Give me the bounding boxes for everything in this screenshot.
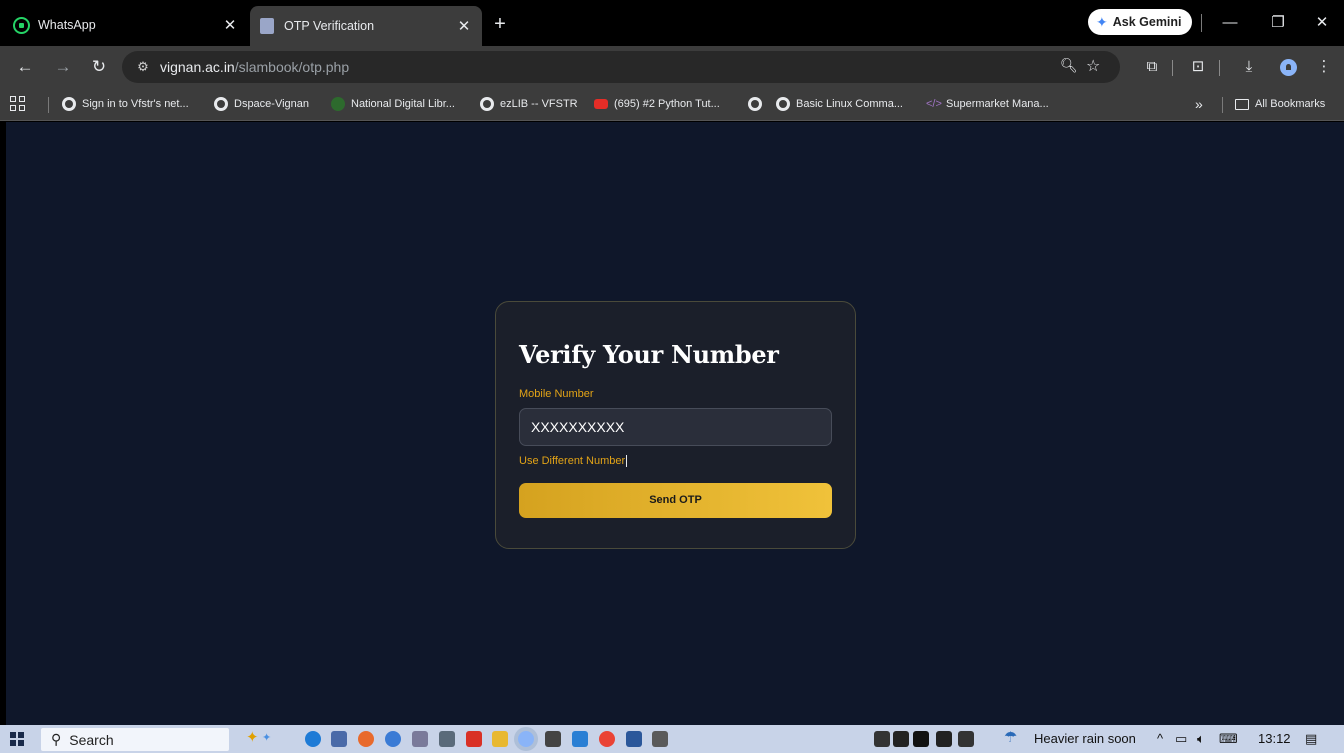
chrome-icon[interactable]	[518, 731, 534, 747]
globe-icon	[214, 97, 228, 111]
close-window-button[interactable]: ✕	[1302, 8, 1342, 38]
chrome-icon[interactable]	[599, 731, 615, 747]
more-bookmarks-button[interactable]: »	[1195, 95, 1203, 113]
send-otp-button[interactable]: Send OTP	[519, 483, 832, 518]
gemini-label: Ask Gemini	[1112, 15, 1182, 29]
tab-strip: WhatsApp ✕ OTP Verification ✕ + ✦ Ask Ge…	[0, 0, 1344, 46]
skype-icon[interactable]	[305, 731, 321, 747]
app-icon[interactable]	[412, 731, 428, 747]
windows-taskbar: ⚲ Search ✦ ✦ ☂ Heavier rain soon ^ ▭ 🔈︎ …	[0, 725, 1344, 753]
bookmark-item[interactable]: Sign in to Vfstr's net...	[62, 95, 189, 113]
url-text[interactable]: vignan.ac.in/slambook/otp.php	[160, 59, 349, 75]
edge-icon[interactable]	[385, 731, 401, 747]
divider	[1172, 60, 1173, 76]
whatsapp-icon	[12, 16, 30, 34]
search-label: Search	[69, 731, 114, 748]
windows-start-icon[interactable]	[10, 732, 24, 746]
otp-card: Verify Your Number Mobile Number XXXXXXX…	[495, 301, 856, 549]
vscode-icon[interactable]	[572, 731, 588, 747]
copilot-icon[interactable]: ✦	[246, 728, 262, 746]
weather-text[interactable]: Heavier rain soon	[1034, 731, 1136, 746]
bookmark-item[interactable]: ezLIB -- VFSTR	[480, 95, 578, 113]
globe-icon	[480, 97, 494, 111]
all-bookmarks-button[interactable]: All Bookmarks	[1235, 95, 1325, 113]
text-cursor	[626, 455, 628, 468]
address-bar[interactable]: ⚙ vignan.ac.in/slambook/otp.php 🔍︎ ☆	[122, 51, 1120, 83]
bookmarks-bar: Sign in to Vfstr's net... Dspace-Vignan …	[0, 88, 1344, 121]
tray-app-icon[interactable]	[874, 731, 890, 747]
weather-icon[interactable]: ☂	[1004, 728, 1017, 746]
download-icon[interactable]: ⤓	[1237, 56, 1261, 78]
browser-toolbar: ← → ↻ ⚙ vignan.ac.in/slambook/otp.php 🔍︎…	[0, 46, 1344, 88]
mobile-number-label: Mobile Number	[519, 388, 594, 400]
app-icon[interactable]	[936, 731, 952, 747]
minimize-button[interactable]: —	[1210, 8, 1250, 38]
bookmark-item[interactable]: Basic Linux Comma...	[776, 95, 903, 113]
bookmark-item[interactable]: National Digital Libr...	[331, 95, 455, 113]
ndl-icon	[331, 97, 345, 111]
clock[interactable]: 13:12	[1258, 731, 1291, 746]
volume-icon[interactable]: 🔈︎	[1197, 731, 1205, 747]
sparkle-icon[interactable]: ✦	[262, 731, 278, 747]
menu-icon[interactable]: ⋮	[1312, 56, 1336, 78]
forward-arrow-icon[interactable]: →	[50, 54, 76, 80]
mobile-number-input[interactable]: XXXXXXXXXX	[519, 408, 832, 446]
app-icon[interactable]	[331, 731, 347, 747]
profile-avatar[interactable]	[1280, 59, 1297, 76]
site-info-icon[interactable]: ⚙	[132, 58, 154, 76]
tab-whatsapp[interactable]: WhatsApp ✕	[12, 6, 248, 44]
bookmark-item[interactable]: (695) #2 Python Tut...	[594, 95, 720, 113]
apps-grid-icon[interactable]	[10, 96, 26, 112]
folder-icon	[1235, 98, 1249, 110]
page-title: Verify Your Number	[519, 340, 779, 369]
pdf-icon[interactable]	[466, 731, 482, 747]
taskbar-search[interactable]: ⚲ Search	[41, 728, 229, 751]
tab-title: WhatsApp	[38, 18, 96, 32]
file-explorer-icon[interactable]	[492, 731, 508, 747]
ask-gemini-button[interactable]: ✦ Ask Gemini	[1088, 9, 1192, 35]
page-content: Verify Your Number Mobile Number XXXXXXX…	[6, 122, 1344, 725]
back-arrow-icon[interactable]: ←	[12, 54, 38, 80]
reload-icon[interactable]: ↻	[86, 54, 112, 80]
globe-icon	[776, 97, 790, 111]
zoom-icon[interactable]: 🔍︎	[1060, 57, 1078, 74]
globe-icon	[62, 97, 76, 111]
keyboard-icon[interactable]: ⌨	[1219, 731, 1238, 747]
firefox-icon[interactable]	[358, 731, 374, 747]
extensions-icon[interactable]: ⧉	[1140, 56, 1164, 78]
restore-button[interactable]: ❐	[1258, 8, 1298, 38]
bookmark-item[interactable]: Dspace-Vignan	[214, 95, 309, 113]
tab-search-icon[interactable]: ⊡	[1186, 56, 1210, 78]
search-icon: ⚲	[51, 731, 62, 747]
network-icon[interactable]: ▭	[1175, 731, 1187, 747]
notification-icon[interactable]: ▤	[1305, 731, 1317, 747]
notepad-icon[interactable]	[545, 731, 561, 747]
bookmark-star-icon[interactable]: ☆	[1086, 56, 1100, 76]
page-icon	[258, 17, 276, 35]
divider	[1201, 14, 1202, 32]
gear-icon[interactable]	[958, 731, 974, 747]
divider	[48, 97, 49, 113]
youtube-icon	[594, 99, 608, 109]
word-icon[interactable]	[626, 731, 642, 747]
gemini-icon: ✦	[1096, 13, 1108, 30]
close-icon[interactable]: ✕	[218, 16, 242, 34]
video-icon[interactable]	[913, 731, 929, 747]
calculator-icon[interactable]	[439, 731, 455, 747]
tab-otp-verification[interactable]: OTP Verification ✕	[250, 6, 482, 46]
divider	[1219, 60, 1220, 76]
app-icon[interactable]	[652, 731, 668, 747]
camera-icon[interactable]	[893, 731, 909, 747]
code-icon: </>	[926, 98, 942, 110]
new-tab-button[interactable]: +	[486, 10, 514, 38]
bookmark-item[interactable]: </> Supermarket Mana...	[926, 95, 1049, 113]
globe-icon	[748, 97, 762, 111]
tab-title: OTP Verification	[284, 19, 375, 33]
use-different-number-link[interactable]: Use Different Number	[519, 455, 628, 468]
bookmark-item[interactable]	[748, 95, 768, 113]
divider	[1222, 97, 1223, 113]
chevron-up-icon[interactable]: ^	[1157, 731, 1163, 746]
close-icon[interactable]: ✕	[452, 17, 476, 35]
